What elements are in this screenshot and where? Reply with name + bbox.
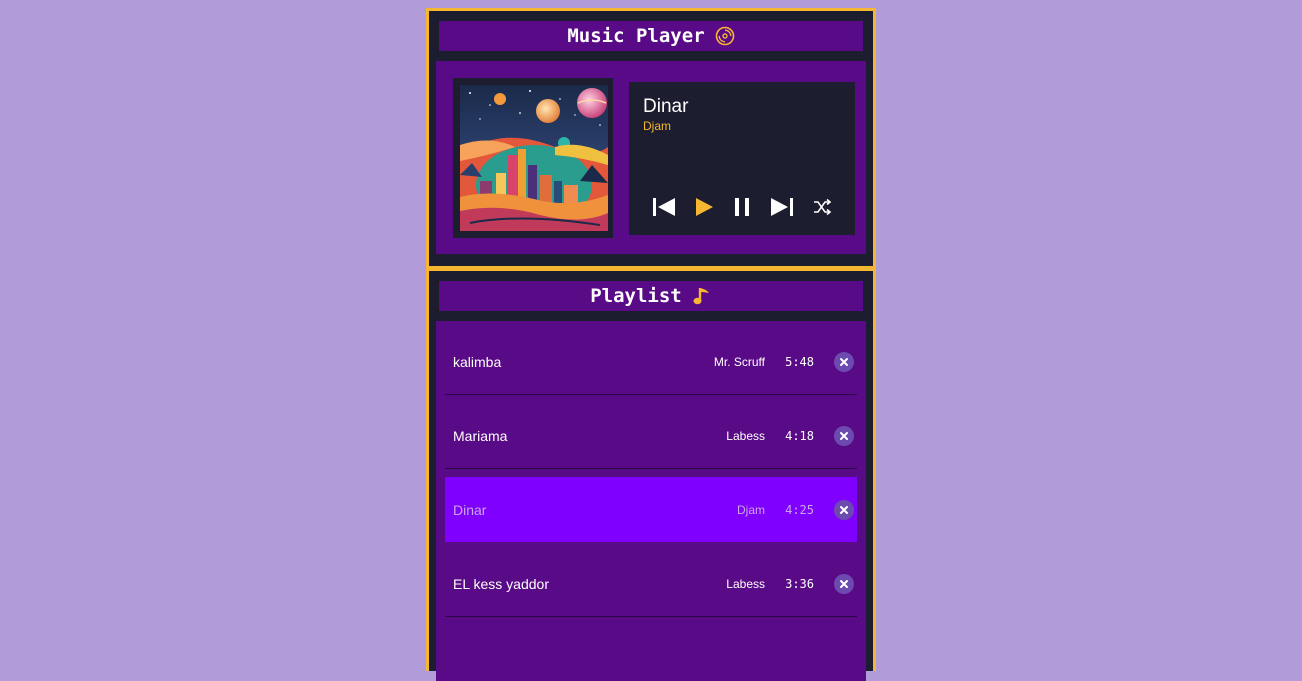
playback-controls bbox=[649, 192, 839, 222]
player-header: Music Player bbox=[439, 21, 863, 51]
album-art-frame bbox=[453, 78, 613, 238]
album-art bbox=[460, 85, 608, 231]
shuffle-icon bbox=[814, 198, 832, 216]
music-note-icon bbox=[692, 286, 712, 306]
track-artist: Labess bbox=[726, 428, 765, 443]
pause-icon bbox=[735, 198, 749, 216]
track-duration: 4:25 bbox=[785, 502, 814, 517]
playlist-list: kalimba Mr. Scruff 5:48 Mariama Labess 4… bbox=[436, 321, 866, 681]
player-title: Music Player bbox=[567, 25, 705, 47]
playlist-track-row[interactable]: kalimba Mr. Scruff 5:48 bbox=[445, 329, 857, 395]
track-artist: Djam bbox=[736, 502, 765, 517]
next-button[interactable] bbox=[767, 192, 797, 222]
music-player-panel: Music Player Dinar Djam bbox=[426, 8, 876, 269]
now-playing-artist: Djam bbox=[643, 119, 672, 133]
track-name: EL kess yaddor bbox=[453, 575, 549, 592]
track-duration: 5:48 bbox=[785, 354, 814, 369]
track-name: Dinar bbox=[453, 501, 487, 518]
skip-previous-icon bbox=[653, 198, 675, 216]
close-icon bbox=[840, 431, 848, 440]
track-artist: Mr. Scruff bbox=[713, 354, 765, 369]
play-icon bbox=[696, 198, 713, 216]
remove-track-button[interactable] bbox=[834, 573, 854, 594]
playlist-panel: Playlist kalimba Mr. Scruff 5:48 Mariama… bbox=[426, 268, 876, 681]
vinyl-disc-icon bbox=[715, 26, 735, 46]
remove-track-button[interactable] bbox=[834, 351, 854, 372]
close-icon bbox=[840, 579, 848, 588]
skip-next-icon bbox=[771, 198, 793, 216]
now-playing-card: Dinar Djam bbox=[629, 82, 855, 235]
track-name: Mariama bbox=[453, 427, 508, 444]
track-artist: Labess bbox=[726, 576, 765, 591]
close-icon bbox=[840, 357, 848, 366]
pause-button[interactable] bbox=[727, 192, 757, 222]
play-button[interactable] bbox=[689, 192, 719, 222]
now-playing-title: Dinar bbox=[643, 96, 689, 117]
playlist-header: Playlist bbox=[439, 281, 863, 311]
playlist-track-row[interactable]: EL kess yaddor Labess 3:36 bbox=[445, 551, 857, 617]
player-body: Dinar Djam bbox=[436, 61, 866, 254]
track-duration: 4:18 bbox=[785, 428, 814, 443]
previous-button[interactable] bbox=[649, 192, 679, 222]
track-name: kalimba bbox=[453, 353, 502, 370]
remove-track-button[interactable] bbox=[834, 425, 854, 446]
shuffle-button[interactable] bbox=[807, 192, 837, 222]
track-duration: 3:36 bbox=[785, 576, 814, 591]
playlist-title: Playlist bbox=[590, 285, 682, 307]
playlist-track-row[interactable]: Mariama Labess 4:18 bbox=[445, 403, 857, 469]
playlist-track-row-active[interactable]: Dinar Djam 4:25 bbox=[445, 477, 857, 542]
close-icon bbox=[840, 505, 848, 514]
remove-track-button[interactable] bbox=[834, 499, 854, 520]
